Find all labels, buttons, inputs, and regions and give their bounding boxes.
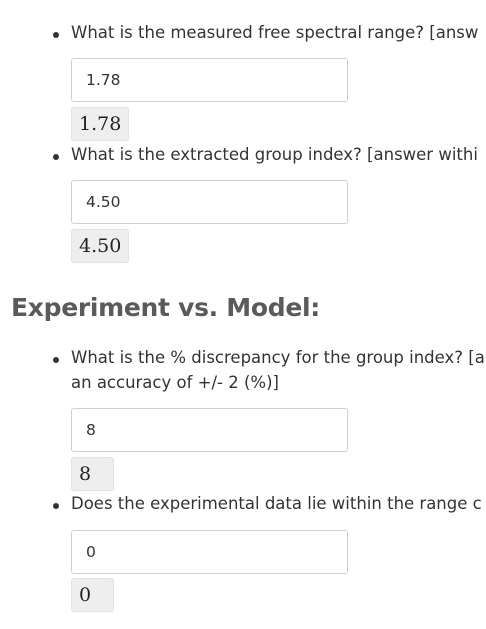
- question-text: Does the experimental data lie within th…: [71, 494, 482, 513]
- answer-input[interactable]: 1.78: [71, 58, 348, 102]
- question-text: What is the measured free spectral range…: [71, 23, 479, 42]
- question-item: What is the % discrepancy for the group …: [0, 345, 486, 397]
- section-heading: Experiment vs. Model:: [11, 293, 320, 322]
- question-item: What is the extracted group index? [answ…: [0, 142, 486, 172]
- question-item: Does the experimental data lie within th…: [0, 491, 486, 521]
- bullet-icon: [53, 154, 59, 160]
- answer-preview: 4.50: [71, 229, 130, 263]
- answer-preview: 0: [71, 578, 114, 612]
- answer-preview: 1.78: [71, 107, 130, 141]
- answer-preview: 8: [71, 457, 114, 491]
- bullet-icon: [53, 357, 59, 363]
- answer-input[interactable]: 0: [71, 530, 348, 574]
- question-text: What is the extracted group index? [answ…: [71, 145, 478, 164]
- bullet-icon: [53, 503, 59, 509]
- bullet-icon: [53, 32, 59, 38]
- answer-input[interactable]: 8: [71, 408, 348, 452]
- question-text: What is the % discrepancy for the group …: [71, 348, 485, 392]
- answer-input[interactable]: 4.50: [71, 180, 348, 224]
